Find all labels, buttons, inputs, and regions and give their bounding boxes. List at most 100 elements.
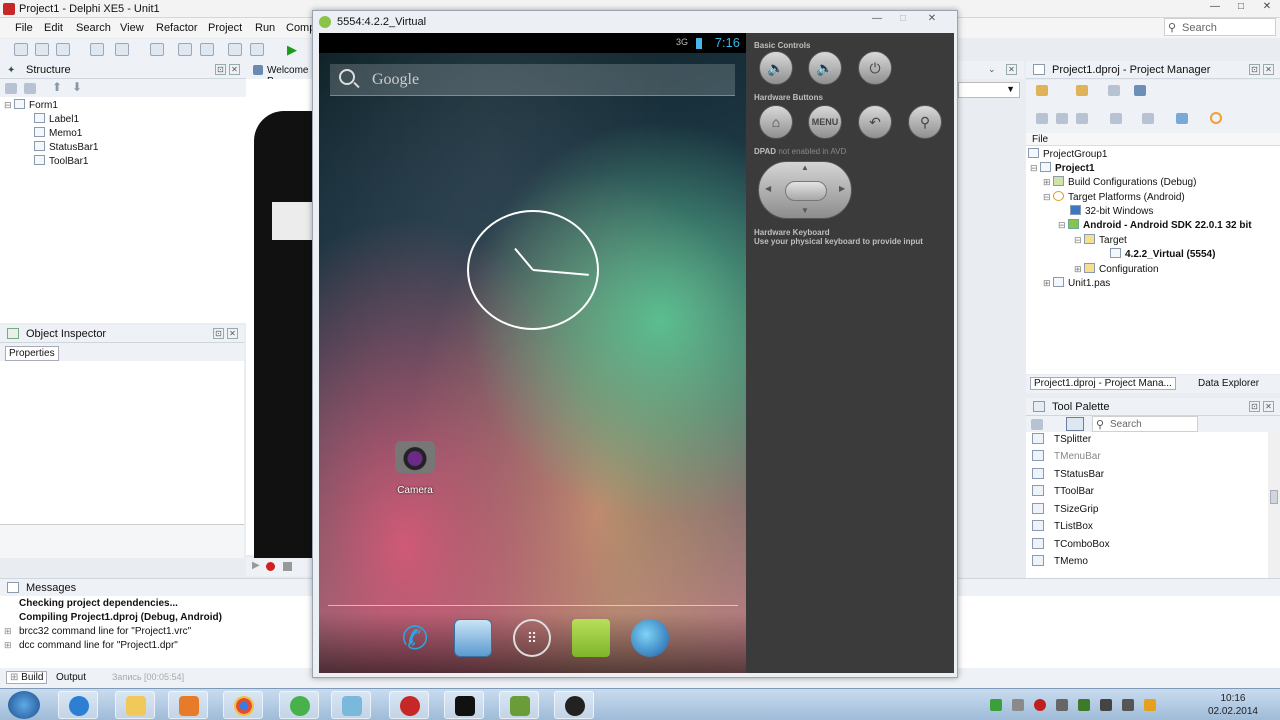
palette-item-tsplitter[interactable]: TSplitter (1032, 433, 1091, 445)
run-icon[interactable]: ▶ (287, 42, 297, 58)
close-icon[interactable]: ✕ (1006, 64, 1017, 75)
taskbar-cmd[interactable] (444, 691, 484, 719)
taskbar-amd[interactable] (554, 691, 594, 719)
maximize-button[interactable]: □ (1228, 0, 1254, 14)
tray-icon[interactable] (1056, 699, 1068, 711)
reopen-icon[interactable] (115, 43, 129, 56)
open-folder-icon[interactable] (200, 43, 214, 56)
save-all-icon[interactable] (178, 43, 192, 56)
open-project-icon[interactable] (56, 43, 70, 56)
palette-scrollbar[interactable] (1268, 432, 1280, 578)
palette-item-tmemo[interactable]: TMemo (1032, 555, 1088, 567)
list-icon[interactable] (1110, 113, 1122, 124)
menu-view[interactable]: View (120, 22, 144, 34)
taskbar-app6[interactable] (331, 691, 371, 719)
tree-node-toolbar1[interactable]: ToolBar1 (34, 155, 88, 167)
palette-item-tmenubar[interactable]: TMenuBar (1032, 450, 1101, 462)
pin-icon[interactable]: ⊡ (1249, 401, 1260, 412)
contacts-icon[interactable] (454, 619, 492, 657)
start-button[interactable] (8, 691, 40, 719)
record-icon[interactable] (1034, 699, 1046, 711)
menu-file[interactable]: File (15, 22, 33, 34)
close-button[interactable]: ✕ (1254, 0, 1280, 14)
volume-icon[interactable] (1012, 699, 1024, 711)
tab-data-explorer[interactable]: Data Explorer (1198, 378, 1259, 389)
emulator-maximize-button[interactable]: □ (891, 13, 915, 27)
browser-icon[interactable] (631, 619, 669, 657)
menu-project[interactable]: Project (208, 22, 242, 34)
nvidia-icon[interactable] (1078, 699, 1090, 711)
dpad-right-icon[interactable]: ▶ (839, 184, 845, 193)
tab-build[interactable]: ⊞ Build (6, 671, 48, 684)
editor-dropdown[interactable]: ▼ (958, 82, 1020, 98)
arrow-down-icon[interactable]: ⬇ (72, 80, 82, 94)
save-icon[interactable] (150, 43, 164, 56)
minimize-button[interactable]: — (1202, 0, 1228, 14)
menu-edit[interactable]: Edit (44, 22, 63, 34)
tree-node-unit1[interactable]: ⊞ Unit1.pas (1043, 277, 1110, 289)
pin-icon[interactable]: ⊡ (215, 64, 226, 75)
camera-label[interactable]: Camera (385, 485, 445, 496)
message-line[interactable]: ⊞ dcc command line for "Project1.dpr" (4, 640, 178, 651)
taskbar-icq[interactable] (279, 691, 319, 719)
android-screen[interactable]: 3G 7:16 Google Camera ✆ ⠿ (319, 33, 746, 673)
phone-icon[interactable]: ✆ (396, 619, 434, 657)
palette-item-tlistbox[interactable]: TListBox (1032, 520, 1093, 532)
activate-icon[interactable] (1036, 85, 1048, 96)
filter-icon[interactable] (1066, 417, 1084, 431)
tab-project-manager[interactable]: Project1.dproj - Project Mana... (1030, 377, 1176, 390)
network-icon[interactable] (1100, 699, 1112, 711)
tab-properties[interactable]: Properties (5, 346, 59, 361)
app-drawer-icon[interactable]: ⠿ (513, 619, 551, 657)
taskbar-chrome[interactable] (223, 691, 263, 719)
pin-icon[interactable]: ⊡ (213, 328, 224, 339)
message-line[interactable]: Compiling Project1.dproj (Debug, Android… (19, 612, 222, 623)
tree-node-target[interactable]: ⊟ Target (1074, 234, 1127, 246)
volume-up-button[interactable]: 🔊 (808, 51, 842, 85)
taskbar-delphi[interactable] (389, 691, 429, 719)
tool-icon[interactable] (228, 43, 242, 56)
taskbar-android[interactable] (499, 691, 539, 719)
message-line[interactable]: ⊞ brcc32 command line for "Project1.vrc" (4, 626, 191, 637)
tray-icon[interactable] (1144, 699, 1156, 711)
palette-item-tsizegrip[interactable]: TSizeGrip (1032, 503, 1098, 515)
close-panel-icon[interactable]: ✕ (227, 328, 238, 339)
folder2-icon[interactable] (24, 83, 36, 94)
tool-palette-search[interactable]: ⚲ Search (1092, 416, 1198, 432)
emulator-minimize-button[interactable]: — (865, 13, 889, 27)
pin-icon[interactable]: ⊡ (1249, 64, 1260, 75)
arrow-up-icon[interactable]: ⬆ (52, 80, 62, 94)
menu-component[interactable]: Comp (286, 22, 315, 34)
view-icon[interactable] (1134, 85, 1146, 96)
tree-node-project1[interactable]: ⊟ Project1 (1030, 162, 1095, 174)
sync-icon[interactable] (1036, 113, 1048, 124)
build-icon[interactable] (1176, 113, 1188, 124)
tree-node-statusbar1[interactable]: StatusBar1 (34, 141, 98, 153)
palette-item-tstatusbar[interactable]: TStatusBar (1032, 468, 1104, 480)
play-icon[interactable]: ▶ (252, 560, 260, 571)
dpad-up-icon[interactable]: ▲ (801, 163, 809, 172)
analog-clock-widget[interactable] (467, 210, 599, 330)
tree-node-label1[interactable]: Label1 (34, 113, 79, 125)
tab-output[interactable]: Output (56, 672, 86, 683)
run-target-icon[interactable] (1210, 112, 1222, 124)
new-icon[interactable] (1076, 85, 1088, 96)
close-panel-icon[interactable]: ✕ (229, 64, 240, 75)
open-icon[interactable] (35, 43, 49, 56)
dpad[interactable]: ▲ ▼ ◀ ▶ (758, 161, 852, 219)
tree-node-32bit-windows[interactable]: 32-bit Windows (1070, 205, 1153, 217)
menu-search[interactable]: Search (76, 22, 111, 34)
palette-item-ttoolbar[interactable]: TToolBar (1032, 485, 1094, 497)
tree-node-projectgroup[interactable]: ProjectGroup1 (1028, 148, 1107, 160)
back-button[interactable]: ↶ (858, 105, 892, 139)
messaging-icon[interactable] (572, 619, 610, 657)
deploy-icon[interactable] (1142, 113, 1154, 124)
stop-icon[interactable] (283, 562, 292, 571)
tree-node-virtual-device[interactable]: 4.2.2_Virtual (5554) (1110, 248, 1215, 260)
folder-icon[interactable] (5, 83, 17, 94)
home-button[interactable]: ⌂ (759, 105, 793, 139)
camera-icon[interactable] (395, 441, 435, 473)
volume-down-button[interactable]: 🔈 (759, 51, 793, 85)
dpad-left-icon[interactable]: ◀ (765, 184, 771, 193)
categories-icon[interactable] (1031, 419, 1043, 430)
